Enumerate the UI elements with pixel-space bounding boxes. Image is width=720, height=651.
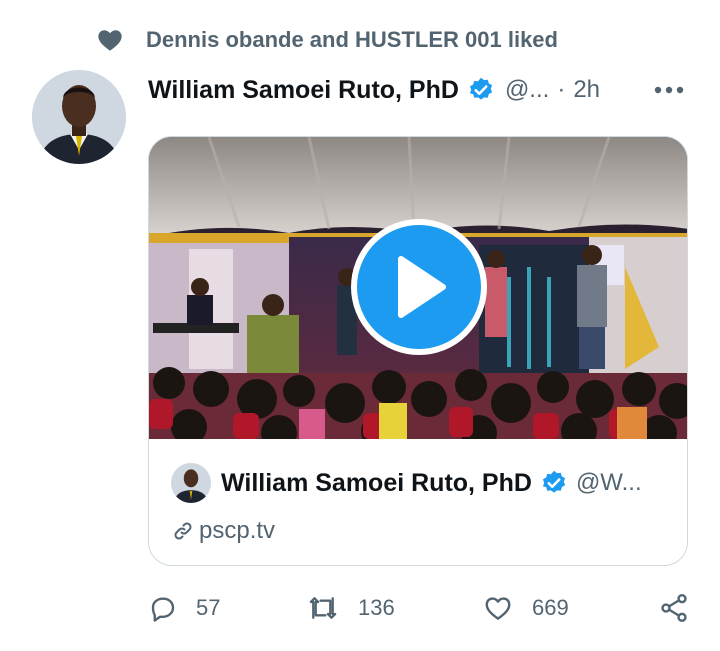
- more-options-button[interactable]: [652, 74, 686, 106]
- verified-badge-icon: [469, 77, 493, 100]
- social-context-text: Dennis obande and HUSTLER 001 liked: [146, 27, 558, 52]
- embed-author-name: William Samoei Ruto, PhD: [221, 468, 532, 497]
- share-button[interactable]: [658, 592, 690, 624]
- play-button[interactable]: [351, 219, 487, 355]
- embed-author-handle: @W...: [575, 469, 642, 496]
- embed-author-row: William Samoei Ruto, PhD @W...: [171, 461, 665, 505]
- like-heart-icon: [485, 597, 511, 620]
- tweet-timestamp[interactable]: 2h: [573, 76, 600, 104]
- author-handle[interactable]: @...: [505, 76, 549, 104]
- like-button[interactable]: 669: [482, 593, 569, 623]
- reply-icon: [151, 597, 175, 622]
- heart-icon: [98, 30, 122, 51]
- social-context[interactable]: Dennis obande and HUSTLER 001 liked: [96, 24, 558, 56]
- play-icon: [398, 256, 446, 318]
- like-count: 669: [532, 595, 569, 620]
- video-thumbnail[interactable]: [149, 137, 687, 439]
- reply-button[interactable]: 57: [148, 593, 220, 623]
- retweet-icon: [309, 597, 337, 619]
- tweet-header: William Samoei Ruto, PhD @... · 2h: [148, 70, 700, 110]
- share-icon: [661, 594, 687, 622]
- embed-avatar-image: [171, 463, 211, 503]
- author-name[interactable]: William Samoei Ruto, PhD: [148, 76, 459, 105]
- author-avatar[interactable]: [32, 70, 126, 164]
- retweet-button[interactable]: 136: [306, 593, 395, 623]
- embedded-tweet-card[interactable]: William Samoei Ruto, PhD @W... pscp.tv: [148, 136, 688, 566]
- avatar-image: [32, 70, 126, 164]
- link-icon: [174, 522, 192, 540]
- embed-avatar: [171, 463, 211, 503]
- embed-info: William Samoei Ruto, PhD @W... pscp.tv: [171, 461, 665, 545]
- link-url[interactable]: pscp.tv: [199, 517, 275, 545]
- retweet-count: 136: [358, 595, 395, 620]
- more-horizontal-icon: [654, 86, 684, 94]
- link-row[interactable]: pscp.tv: [171, 517, 665, 545]
- header-separator: ·: [557, 76, 566, 103]
- verified-badge-icon: [542, 470, 566, 493]
- tweet-actions: 57 136 669: [148, 586, 690, 630]
- reply-count: 57: [196, 595, 221, 620]
